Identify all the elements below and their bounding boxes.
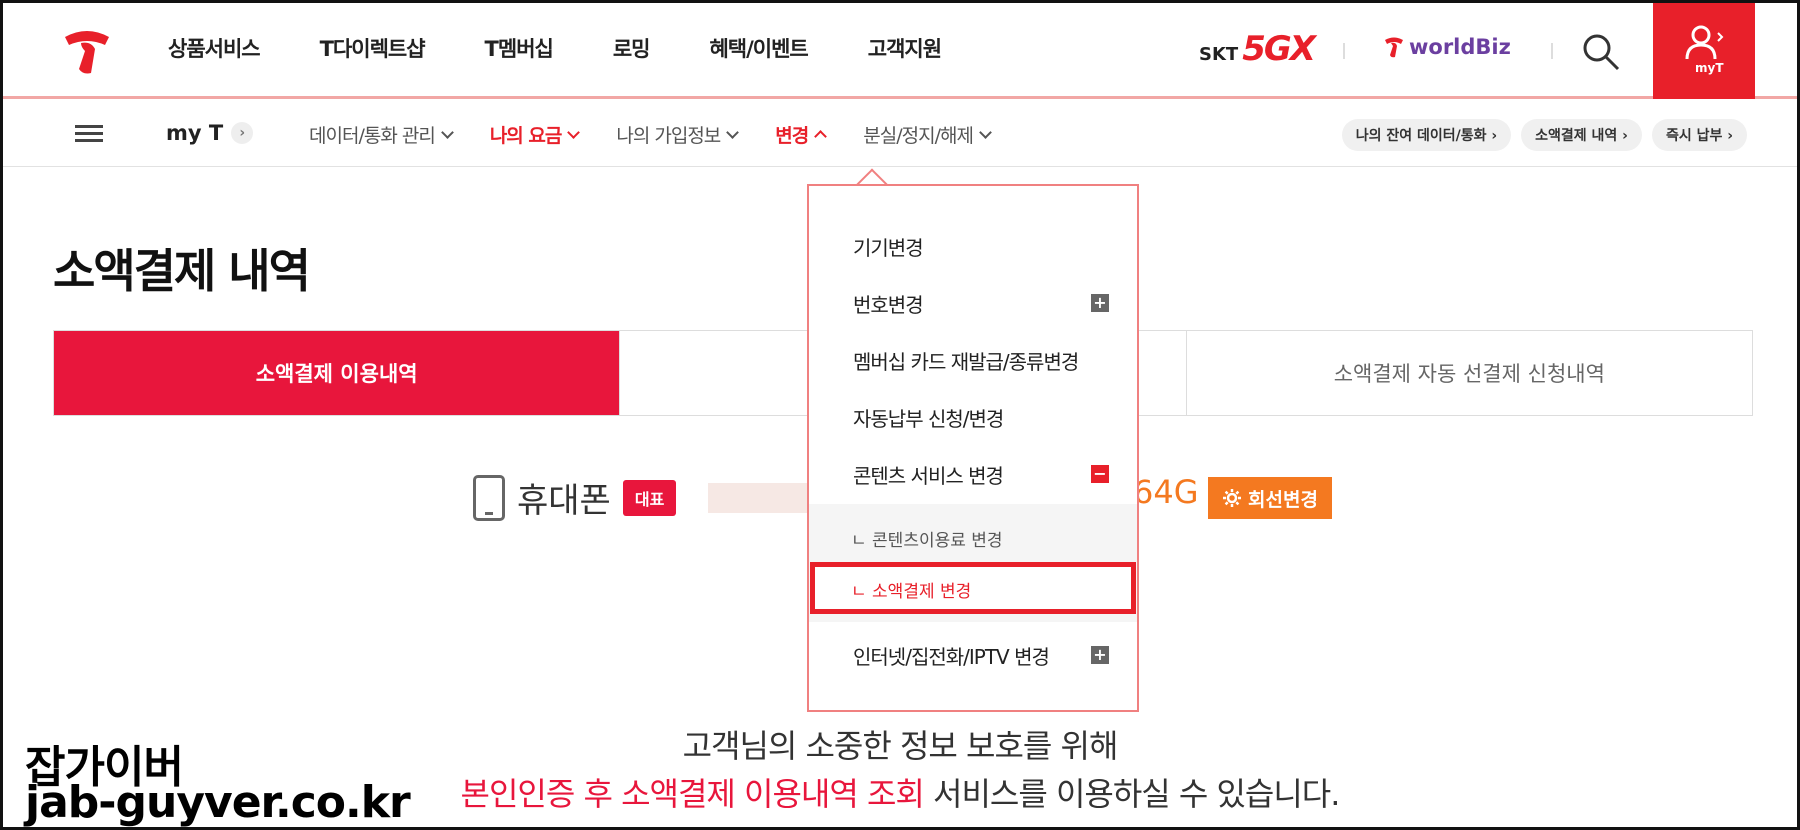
expand-plus-icon[interactable]: + bbox=[1091, 294, 1109, 312]
divider bbox=[1343, 43, 1345, 59]
gear-icon bbox=[1223, 489, 1241, 507]
collapse-minus-icon[interactable]: − bbox=[1091, 465, 1109, 483]
change-line-button[interactable]: 회선변경 bbox=[1208, 477, 1332, 519]
gnb-item-membership[interactable]: T멤버십 bbox=[485, 33, 554, 63]
notice-line-1: 고객님의 소중한 정보 보호를 위해 bbox=[682, 727, 1119, 765]
lnb-item-label: 나의 요금 bbox=[489, 125, 563, 147]
worldbiz-label: worldBiz bbox=[1409, 35, 1511, 59]
notice-highlight: 본인인증 후 소액결제 이용내역 조회 bbox=[460, 775, 925, 813]
representative-badge: 대표 bbox=[622, 479, 677, 516]
worldbiz-logo[interactable]: worldBiz bbox=[1383, 35, 1511, 59]
lnb-item-label: 변경 bbox=[775, 125, 809, 147]
menu-item-content-service[interactable]: 콘텐츠 서비스 변경 bbox=[853, 460, 1004, 489]
lnb-item-my-bill[interactable]: 나의 요금 bbox=[489, 121, 581, 148]
myt-button[interactable]: myT bbox=[1653, 3, 1755, 99]
lnb-item-my-subscription[interactable]: 나의 가입정보 bbox=[616, 121, 740, 148]
page-title: 소액결제 내역 bbox=[53, 244, 311, 298]
chevron-down-icon bbox=[726, 125, 740, 139]
skt-5gx-logo[interactable]: SKT 5GX bbox=[1199, 29, 1316, 69]
lnb-item-label: 데이터/통화 관리 bbox=[309, 125, 436, 147]
tab-usage-history[interactable]: 소액결제 이용내역 bbox=[54, 331, 621, 415]
gnb-item-tdirect[interactable]: T다이렉트샵 bbox=[320, 33, 426, 63]
line-info: 휴대폰 대표 bbox=[473, 473, 819, 522]
chevron-down-icon bbox=[440, 125, 454, 139]
watermark-url: jab-guyver.co.kr bbox=[24, 776, 412, 828]
chevron-down-icon bbox=[567, 125, 581, 139]
local-nav: my T › 데이터/통화 관리 나의 요금 나의 가입정보 변경 분실/정지/… bbox=[3, 101, 1797, 167]
quick-link-instant-pay[interactable]: 즉시 납부 › bbox=[1651, 119, 1747, 151]
myt-home-link[interactable]: my T › bbox=[166, 121, 254, 145]
chevron-right-icon: › bbox=[231, 122, 254, 144]
5gx-label: 5GX bbox=[1242, 29, 1316, 69]
global-nav: 상품서비스 T다이렉트샵 T멤버십 로밍 혜택/이벤트 고객지원 SKT 5GX… bbox=[3, 3, 1797, 99]
phone-icon bbox=[473, 474, 505, 521]
menu-item-device-change[interactable]: 기기변경 bbox=[853, 232, 924, 261]
gnb-item-events[interactable]: 혜택/이벤트 bbox=[709, 33, 808, 63]
lnb-item-data-call[interactable]: 데이터/통화 관리 bbox=[309, 121, 454, 148]
gnb-item-roaming[interactable]: 로밍 bbox=[613, 33, 651, 63]
chevron-up-icon bbox=[814, 130, 828, 143]
expand-plus-icon[interactable]: + bbox=[1091, 646, 1109, 664]
quick-links: 나의 잔여 데이터/통화 › 소액결제 내역 › 즉시 납부 › bbox=[1341, 119, 1747, 151]
gnb-item-support[interactable]: 고객지원 bbox=[868, 33, 942, 63]
lnb-item-label: 나의 가입정보 bbox=[616, 125, 721, 147]
chevron-down-icon bbox=[979, 125, 992, 139]
submenu-micropayment-change[interactable]: ㄴ 소액결제 변경 bbox=[851, 577, 971, 602]
lnb-item-label: 분실/정지/해제 bbox=[863, 125, 974, 147]
search-icon[interactable] bbox=[1578, 29, 1624, 75]
lnb-item-lost-suspend[interactable]: 분실/정지/해제 bbox=[863, 121, 992, 148]
myt-label: myT bbox=[1695, 61, 1724, 75]
change-dropdown-menu: 기기변경 번호변경 + 멤버십 카드 재발급/종류변경 자동납부 신청/변경 콘… bbox=[807, 184, 1139, 712]
device-label: 휴대폰 bbox=[517, 481, 611, 521]
notice-rest: 서비스를 이용하실 수 있습니다. bbox=[923, 775, 1340, 813]
quick-link-remaining-data[interactable]: 나의 잔여 데이터/통화 › bbox=[1341, 119, 1512, 151]
device-model: 64G bbox=[1133, 473, 1199, 511]
skt-label: SKT bbox=[1199, 44, 1239, 65]
change-line-label: 회선변경 bbox=[1248, 488, 1318, 511]
menu-item-internet-iptv[interactable]: 인터넷/집전화/IPTV 변경 bbox=[853, 641, 1050, 670]
submenu-content-fee-change[interactable]: ㄴ 콘텐츠이용료 변경 bbox=[851, 526, 1003, 551]
user-icon bbox=[1685, 25, 1724, 60]
masked-phone-number bbox=[708, 482, 819, 513]
gnb-menu: 상품서비스 T다이렉트샵 T멤버십 로밍 혜택/이벤트 고객지원 bbox=[168, 33, 1001, 63]
myt-link-label: my T bbox=[166, 121, 224, 145]
hamburger-menu-icon[interactable] bbox=[75, 125, 103, 145]
menu-item-membership-card[interactable]: 멤버십 카드 재발급/종류변경 bbox=[853, 346, 1079, 375]
t-logo-icon[interactable] bbox=[61, 27, 113, 77]
divider bbox=[1551, 43, 1553, 59]
menu-item-autopay[interactable]: 자동납부 신청/변경 bbox=[853, 403, 1004, 432]
quick-link-micropayment[interactable]: 소액결제 내역 › bbox=[1521, 119, 1642, 151]
lnb-menu: 데이터/통화 관리 나의 요금 나의 가입정보 변경 분실/정지/해제 bbox=[309, 121, 1028, 148]
t-mini-icon bbox=[1385, 37, 1403, 58]
page-frame: 상품서비스 T다이렉트샵 T멤버십 로밍 혜택/이벤트 고객지원 SKT 5GX… bbox=[0, 0, 1800, 830]
menu-item-number-change[interactable]: 번호변경 bbox=[853, 289, 924, 318]
gnb-item-products[interactable]: 상품서비스 bbox=[168, 33, 261, 63]
lnb-item-change[interactable]: 변경 bbox=[775, 121, 828, 148]
tab-auto-prepayment[interactable]: 소액결제 자동 선결제 신청내역 bbox=[1187, 331, 1752, 415]
